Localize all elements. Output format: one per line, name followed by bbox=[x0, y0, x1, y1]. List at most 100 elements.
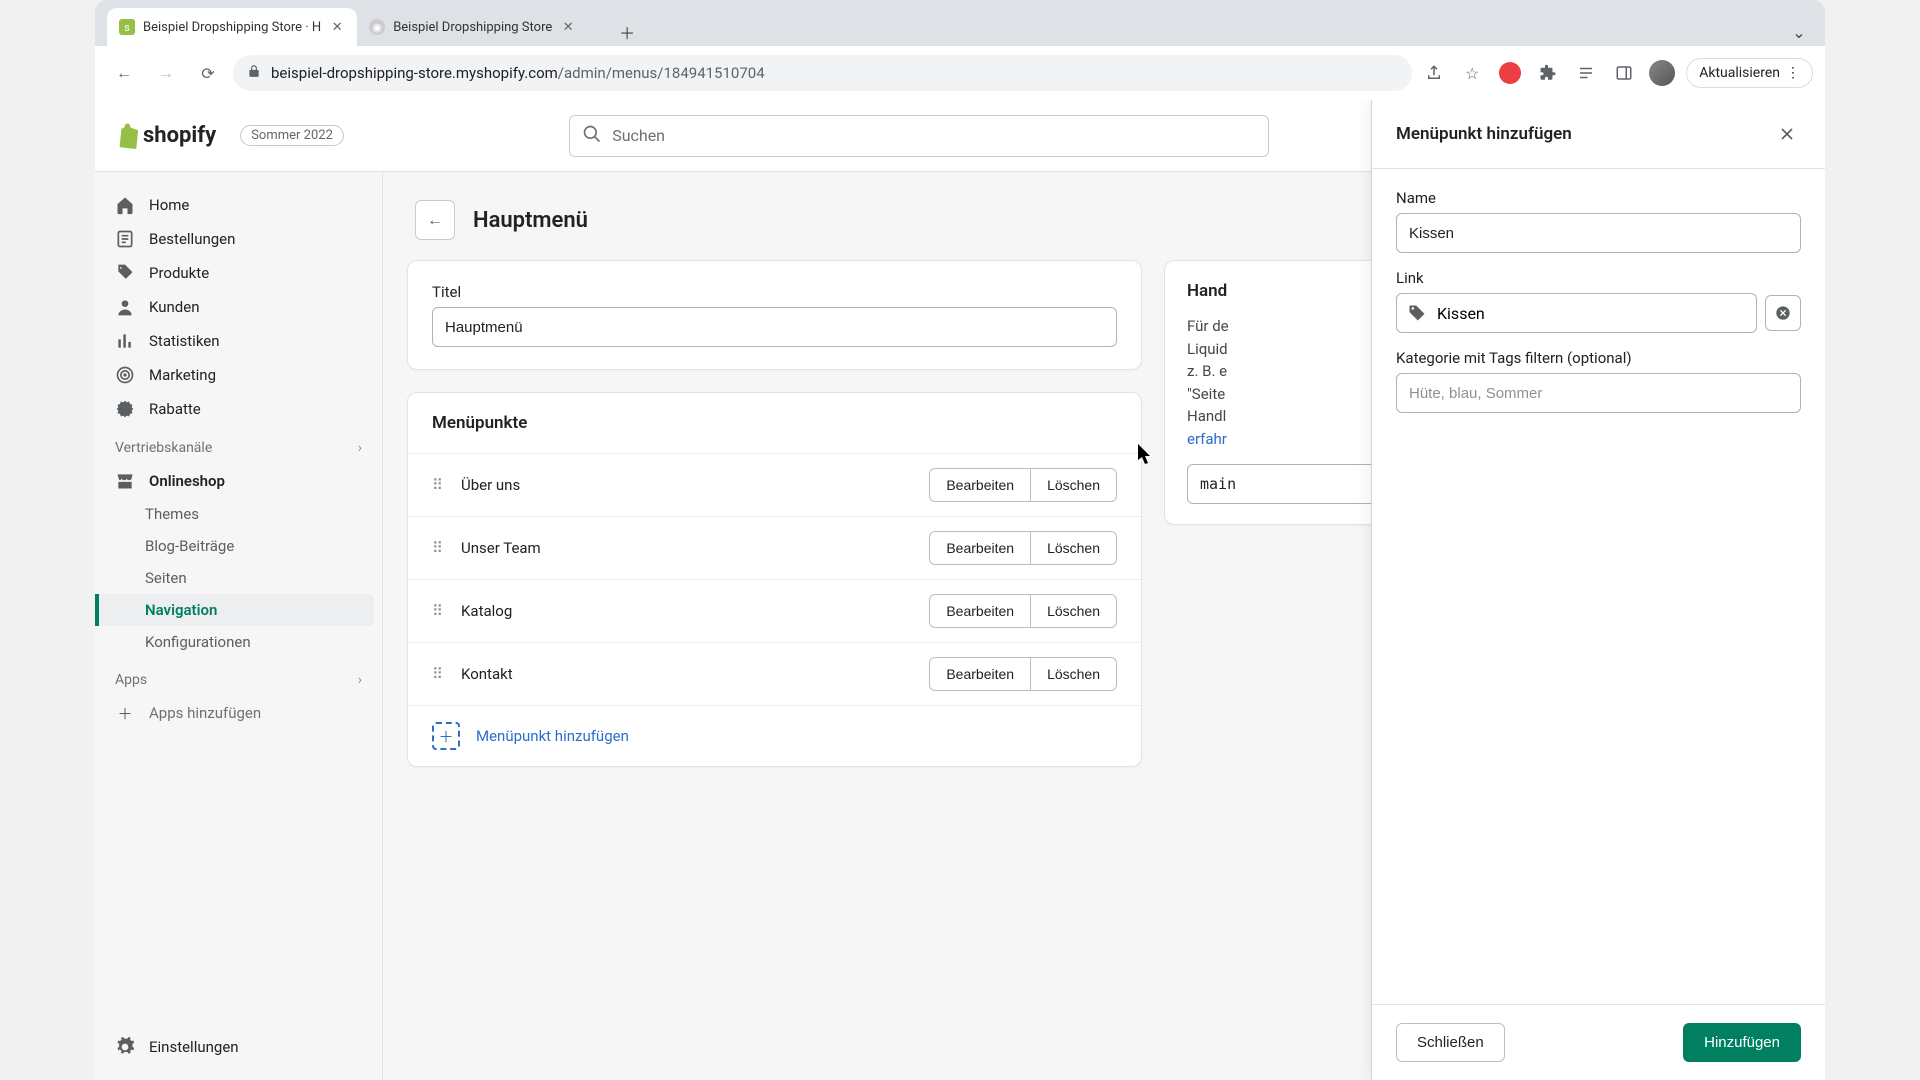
shopify-logo[interactable]: shopify bbox=[115, 123, 216, 149]
reading-list-icon[interactable] bbox=[1572, 59, 1600, 87]
tab-strip: s Beispiel Dropshipping Store · H ✕ ◉ Be… bbox=[95, 0, 1825, 46]
title-card: Titel bbox=[407, 260, 1142, 370]
sidebar-section-apps: Apps › bbox=[95, 658, 382, 696]
menu-items-heading: Menüpunkte bbox=[408, 393, 1141, 453]
drag-handle-icon[interactable]: ⠿ bbox=[432, 665, 443, 683]
name-field-label: Name bbox=[1396, 189, 1801, 207]
link-field-label: Link bbox=[1396, 269, 1801, 287]
drag-handle-icon[interactable]: ⠿ bbox=[432, 539, 443, 557]
delete-button[interactable]: Löschen bbox=[1030, 657, 1117, 691]
shopify-bag-icon bbox=[115, 123, 139, 149]
edit-button[interactable]: Bearbeiten bbox=[929, 594, 1030, 628]
drag-handle-icon[interactable]: ⠿ bbox=[432, 476, 443, 494]
clear-circle-icon bbox=[1775, 305, 1791, 321]
close-icon bbox=[1777, 124, 1797, 144]
panel-add-btn[interactable]: Hinzufügen bbox=[1683, 1023, 1801, 1062]
search-input[interactable]: Suchen bbox=[569, 115, 1269, 157]
menu-item-label: Katalog bbox=[461, 602, 512, 620]
share-icon[interactable] bbox=[1420, 59, 1448, 87]
page-back-button[interactable]: ← bbox=[415, 200, 455, 240]
title-input[interactable] bbox=[432, 307, 1117, 347]
link-input[interactable]: Kissen bbox=[1396, 293, 1757, 333]
orders-icon bbox=[115, 229, 135, 249]
sidebar-sub-navigation[interactable]: Navigation bbox=[95, 594, 374, 626]
edit-button[interactable]: Bearbeiten bbox=[929, 531, 1030, 565]
sidebar-sub-pages[interactable]: Seiten bbox=[95, 562, 374, 594]
title-field-label: Titel bbox=[432, 283, 1117, 301]
page-title: Hauptmenü bbox=[473, 208, 588, 233]
red-dot-icon[interactable] bbox=[1496, 59, 1524, 87]
menu-items-card: Menüpunkte ⠿ Über uns Bearbeiten Löschen… bbox=[407, 392, 1142, 767]
menu-item-row: ⠿ Katalog Bearbeiten Löschen bbox=[408, 579, 1141, 642]
name-input[interactable] bbox=[1396, 213, 1801, 253]
sidebar-sub-themes[interactable]: Themes bbox=[95, 498, 374, 530]
analytics-icon bbox=[115, 331, 135, 351]
home-icon bbox=[115, 195, 135, 215]
target-icon bbox=[115, 365, 135, 385]
sidepanel-icon[interactable] bbox=[1610, 59, 1638, 87]
link-clear-button[interactable] bbox=[1765, 295, 1801, 331]
sidebar-item-marketing[interactable]: Marketing bbox=[95, 358, 374, 392]
favicon-globe-icon: ◉ bbox=[369, 19, 385, 35]
panel-close-button[interactable] bbox=[1773, 120, 1801, 148]
sidebar-sub-config[interactable]: Konfigurationen bbox=[95, 626, 374, 658]
url-text: beispiel-dropshipping-store.myshopify.co… bbox=[271, 64, 765, 82]
delete-button[interactable]: Löschen bbox=[1030, 531, 1117, 565]
add-menu-item-panel: Menüpunkt hinzufügen Name Link Kissen Ka… bbox=[1371, 100, 1825, 1080]
back-icon[interactable]: ← bbox=[107, 56, 141, 90]
profile-avatar-icon[interactable] bbox=[1648, 59, 1676, 87]
chevron-right-icon[interactable]: › bbox=[358, 440, 362, 456]
sidebar-sub-blog[interactable]: Blog-Beiträge bbox=[95, 530, 374, 562]
collection-tag-icon bbox=[1407, 303, 1427, 323]
tabs-dropdown-icon[interactable]: ⌄ bbox=[1785, 18, 1813, 46]
drag-handle-icon[interactable]: ⠿ bbox=[432, 602, 443, 620]
sidebar-item-home[interactable]: Home bbox=[95, 188, 374, 222]
discount-icon bbox=[115, 399, 135, 419]
sidebar-item-settings[interactable]: Einstellungen bbox=[95, 1030, 374, 1064]
filter-input[interactable] bbox=[1396, 373, 1801, 413]
learn-more-link[interactable]: erfahr bbox=[1187, 430, 1227, 448]
link-value: Kissen bbox=[1437, 304, 1485, 323]
extensions-icon[interactable] bbox=[1534, 59, 1562, 87]
store-icon bbox=[115, 471, 135, 491]
menu-item-label: Kontakt bbox=[461, 665, 513, 683]
browser-tab-active[interactable]: s Beispiel Dropshipping Store · H ✕ bbox=[107, 8, 357, 46]
plus-dashed-icon: ＋ bbox=[432, 722, 460, 750]
sidebar-item-customers[interactable]: Kunden bbox=[95, 290, 374, 324]
add-menu-item-button[interactable]: ＋ Menüpunkt hinzufügen bbox=[408, 705, 1141, 766]
menu-item-row: ⠿ Kontakt Bearbeiten Löschen bbox=[408, 642, 1141, 705]
panel-close-btn[interactable]: Schließen bbox=[1396, 1023, 1505, 1062]
delete-button[interactable]: Löschen bbox=[1030, 468, 1117, 502]
sidebar-item-analytics[interactable]: Statistiken bbox=[95, 324, 374, 358]
tab-close-icon[interactable]: ✕ bbox=[329, 19, 345, 35]
menu-item-row: ⠿ Unser Team Bearbeiten Löschen bbox=[408, 516, 1141, 579]
panel-title: Menüpunkt hinzufügen bbox=[1396, 124, 1572, 144]
browser-chrome: s Beispiel Dropshipping Store · H ✕ ◉ Be… bbox=[95, 0, 1825, 100]
sidebar-item-discounts[interactable]: Rabatte bbox=[95, 392, 374, 426]
lock-icon bbox=[247, 64, 261, 82]
browser-tab[interactable]: ◉ Beispiel Dropshipping Store ✕ bbox=[357, 8, 607, 46]
delete-button[interactable]: Löschen bbox=[1030, 594, 1117, 628]
reload-icon[interactable]: ⟳ bbox=[191, 56, 225, 90]
edit-button[interactable]: Bearbeiten bbox=[929, 468, 1030, 502]
tab-close-icon[interactable]: ✕ bbox=[560, 19, 576, 35]
chevron-right-icon[interactable]: › bbox=[358, 672, 362, 688]
tab-title: Beispiel Dropshipping Store bbox=[393, 20, 552, 35]
menu-item-label: Unser Team bbox=[461, 539, 541, 557]
menu-item-label: Über uns bbox=[461, 476, 520, 494]
sidebar-item-orders[interactable]: Bestellungen bbox=[95, 222, 374, 256]
sidebar: Home Bestellungen Produkte Kunden Statis… bbox=[95, 172, 383, 1080]
sidebar-item-add-apps[interactable]: ＋Apps hinzufügen bbox=[95, 696, 374, 730]
sidebar-item-onlineshop[interactable]: Onlineshop bbox=[95, 464, 374, 498]
update-button[interactable]: Aktualisieren ⋮ bbox=[1686, 58, 1813, 88]
person-icon bbox=[115, 297, 135, 317]
sidebar-item-products[interactable]: Produkte bbox=[95, 256, 374, 290]
forward-icon: → bbox=[149, 56, 183, 90]
search-placeholder: Suchen bbox=[612, 126, 665, 145]
star-icon[interactable]: ☆ bbox=[1458, 59, 1486, 87]
edit-button[interactable]: Bearbeiten bbox=[929, 657, 1030, 691]
logo-text: shopify bbox=[143, 123, 216, 148]
url-field[interactable]: beispiel-dropshipping-store.myshopify.co… bbox=[233, 55, 1412, 91]
plus-icon: ＋ bbox=[115, 703, 135, 723]
new-tab-button[interactable]: ＋ bbox=[613, 18, 641, 46]
